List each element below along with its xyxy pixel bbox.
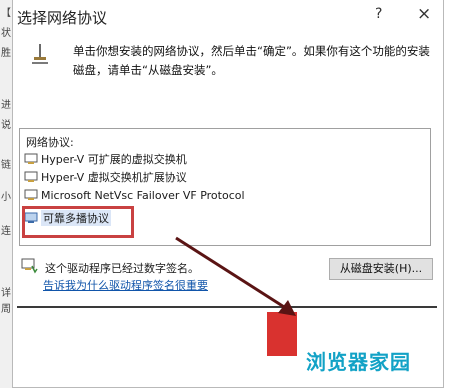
background-text: 【 [1, 8, 11, 19]
dialog-title: 选择网络协议 [17, 9, 108, 27]
background-text: 连 [1, 226, 11, 237]
close-button[interactable]: × [417, 4, 431, 24]
background-text: 周 [1, 304, 11, 315]
why-signing-important-link[interactable]: 告诉我为什么驱动程序签名很重要 [43, 277, 208, 293]
network-service-icon [24, 153, 38, 164]
background-text: 进 [1, 100, 11, 111]
background-text: 状 [1, 28, 11, 39]
digital-signature-icon [21, 258, 38, 274]
protocol-list[interactable]: 网络协议: Hyper-V 可扩展的虚拟交换机 Hyper-V 虚拟交换机扩展协… [19, 128, 431, 246]
divider [17, 306, 437, 308]
watermark-text: 浏览器家园 [306, 350, 411, 374]
title-bar[interactable]: 选择网络协议 ? × [13, 0, 443, 30]
background-text: 详 [1, 288, 11, 299]
list-label: 网络协议: [26, 136, 74, 149]
background-text: 胜 [1, 48, 11, 59]
network-protocol-icon [32, 44, 48, 64]
signature-status: 这个驱动程序已经过数字签名。 [45, 262, 199, 275]
background-text: 说 [1, 120, 11, 131]
background-text: 小 [1, 192, 11, 203]
protocol-item-label: Microsoft NetVsc Failover VF Protocol [41, 188, 245, 202]
protocol-item-label: Hyper-V 虚拟交换机扩展协议 [41, 171, 187, 184]
protocol-icon [24, 212, 38, 223]
help-button[interactable]: ? [375, 6, 382, 22]
protocol-item-reliable-multicast[interactable]: 可靠多播协议 [24, 209, 111, 227]
background-text: 链 [1, 160, 11, 171]
network-service-icon [24, 189, 38, 200]
select-network-protocol-dialog: 选择网络协议 ? × 单击你想安装的网络协议，然后单击“确定”。如果你有这个功能… [12, 0, 444, 388]
network-service-icon [24, 171, 38, 182]
protocol-item-hyperv-extensible-switch[interactable]: Hyper-V 可扩展的虚拟交换机 [24, 150, 187, 168]
protocol-item-label: 可靠多播协议 [41, 210, 111, 226]
instruction-text: 单击你想安装的网络协议，然后单击“确定”。如果你有这个功能的安装磁盘，请单击“从… [73, 44, 430, 77]
highlight-marker [267, 312, 297, 356]
protocol-item-netvsc-failover[interactable]: Microsoft NetVsc Failover VF Protocol [24, 186, 245, 204]
protocol-item-label: Hyper-V 可扩展的虚拟交换机 [41, 153, 187, 166]
have-disk-button[interactable]: 从磁盘安装(H)... [329, 258, 433, 280]
protocol-item-hyperv-switch-extension[interactable]: Hyper-V 虚拟交换机扩展协议 [24, 168, 187, 186]
